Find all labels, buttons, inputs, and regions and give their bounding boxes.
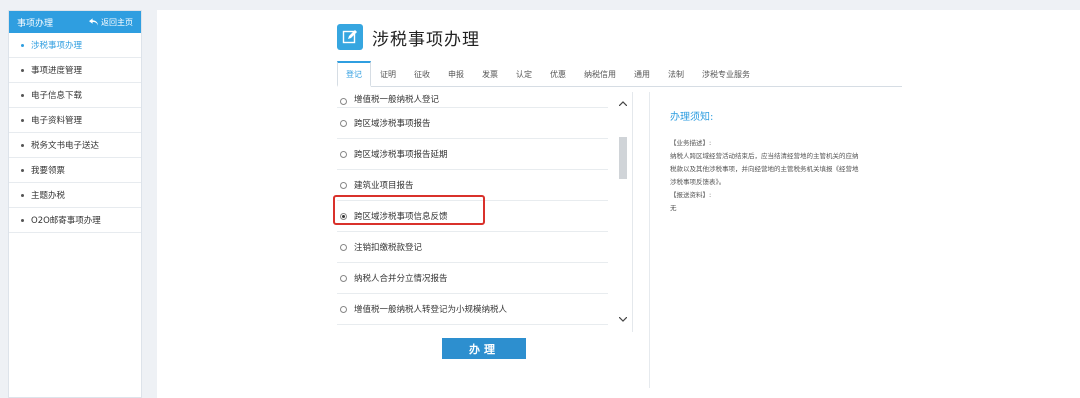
list-item-label: 跨区域涉税事项报告: [354, 119, 431, 129]
bullet-icon: [21, 93, 24, 97]
tab-collection[interactable]: 征收: [405, 69, 439, 86]
bullet-icon: [21, 68, 24, 72]
notice-panel: 办理须知: 【业务描述】: 纳税人跨区域经营活动结束后，应当结清经营地的主管机关…: [670, 108, 895, 215]
chevron-up-icon[interactable]: [618, 98, 628, 108]
list-item[interactable]: 增值税一般纳税人登记: [337, 92, 608, 108]
page-title: 涉税事项办理: [372, 29, 480, 50]
divider: [649, 92, 650, 388]
sidebar-item-label: 涉税事项办理: [31, 41, 83, 51]
back-home-link[interactable]: 返回主页: [89, 17, 133, 28]
notice-line: 纳税人跨区域经营活动结束后，应当结清经营地的主管机关的应纳: [670, 152, 859, 160]
tab-legal[interactable]: 法制: [659, 69, 693, 86]
sidebar-item-delivery[interactable]: 税务文书电子送达: [9, 133, 141, 158]
notice-line: 税款以及其他涉税事项，并向经营地的主管税务机关填报《经营地: [670, 165, 859, 173]
radio-button[interactable]: [340, 274, 347, 282]
sidebar-item-theme[interactable]: 主题办税: [9, 183, 141, 208]
edit-icon: [337, 24, 363, 50]
sidebar-item-documents[interactable]: 电子资料管理: [9, 108, 141, 133]
tab-invoice[interactable]: 发票: [473, 69, 507, 86]
sidebar-item-tax-matters[interactable]: 涉税事项办理: [9, 33, 141, 58]
sidebar-item-invoice[interactable]: 我要领票: [9, 158, 141, 183]
list-item-label: 增值税一般纳税人登记: [354, 95, 440, 105]
category-tabs: 登记 证明 征收 申报 发票 认定 优惠 纳税信用 通用 法制 涉税专业服务: [337, 61, 902, 87]
radio-button[interactable]: [340, 119, 347, 127]
tab-general[interactable]: 通用: [625, 69, 659, 86]
list-item[interactable]: 增值税一般纳税人转登记为小规模纳税人: [337, 294, 608, 325]
list-item-label: 增值税一般纳税人转登记为小规模纳税人: [354, 305, 508, 315]
tab-register[interactable]: 登记: [337, 61, 371, 87]
sidebar-item-label: 电子信息下载: [31, 91, 83, 101]
notice-line: 无: [670, 204, 677, 212]
list-scrollbar[interactable]: [616, 92, 630, 332]
back-arrow-icon: [89, 18, 98, 26]
back-home-label: 返回主页: [101, 17, 133, 27]
annotation-highlight-box: [333, 195, 485, 225]
notice-line: 【报送资料】:: [670, 191, 712, 199]
sidebar-item-label: 事项进度管理: [31, 66, 83, 76]
bullet-icon: [21, 218, 24, 222]
sidebar-item-label: O2O邮寄事项办理: [31, 216, 101, 226]
sidebar-title: 事项办理: [17, 18, 54, 29]
tab-credit[interactable]: 纳税信用: [575, 69, 625, 86]
list-item[interactable]: 跨区域涉税事项报告延期: [337, 139, 608, 170]
sidebar-item-download[interactable]: 电子信息下载: [9, 83, 141, 108]
sidebar-item-label: 电子资料管理: [31, 116, 83, 126]
submit-button[interactable]: 办理: [442, 338, 526, 359]
list-item-label: 注销扣缴税款登记: [354, 243, 423, 253]
tab-recognition[interactable]: 认定: [507, 69, 541, 86]
bullet-icon: [21, 193, 24, 197]
sidebar-header: 事项办理 返回主页: [9, 11, 141, 33]
sidebar-item-label: 我要领票: [31, 166, 66, 176]
list-item-label: 跨区域涉税事项报告延期: [354, 150, 448, 160]
scrollbar-thumb[interactable]: [619, 137, 627, 179]
tab-certificate[interactable]: 证明: [371, 69, 405, 86]
radio-button[interactable]: [340, 305, 347, 313]
list-item-label: 纳税人合并分立情况报告: [354, 274, 448, 284]
sidebar-item-label: 主题办税: [31, 191, 66, 201]
bullet-icon: [21, 143, 24, 147]
bullet-icon: [21, 43, 24, 47]
chevron-down-icon[interactable]: [618, 314, 628, 324]
radio-button[interactable]: [340, 150, 347, 158]
radio-button[interactable]: [340, 243, 347, 251]
notice-line: 涉税事项反馈表》。: [670, 178, 726, 186]
sidebar: 事项办理 返回主页 涉税事项办理 事项进度管理 电子信息下载 电子资料管理 税务…: [8, 10, 142, 398]
bullet-icon: [21, 118, 24, 122]
bullet-icon: [21, 168, 24, 172]
sidebar-item-label: 税务文书电子送达: [31, 141, 100, 151]
tab-professional[interactable]: 涉税专业服务: [693, 69, 759, 86]
list-item-label: 建筑业项目报告: [354, 181, 414, 191]
list-item[interactable]: 注销扣缴税款登记: [337, 232, 608, 263]
notice-title: 办理须知:: [670, 112, 714, 123]
sidebar-item-o2o[interactable]: O2O邮寄事项办理: [9, 208, 141, 233]
main-panel: 涉税事项办理 登记 证明 征收 申报 发票 认定 优惠 纳税信用 通用 法制 涉…: [157, 10, 1080, 398]
page-header: 涉税事项办理: [337, 24, 480, 50]
tab-declaration[interactable]: 申报: [439, 69, 473, 86]
radio-button[interactable]: [340, 98, 347, 105]
tab-preferential[interactable]: 优惠: [541, 69, 575, 86]
list-item[interactable]: 跨区域涉税事项报告: [337, 108, 608, 139]
notice-line: 【业务描述】:: [670, 139, 712, 147]
list-item[interactable]: 纳税人合并分立情况报告: [337, 263, 608, 294]
sidebar-item-progress[interactable]: 事项进度管理: [9, 58, 141, 83]
radio-button[interactable]: [340, 181, 347, 189]
